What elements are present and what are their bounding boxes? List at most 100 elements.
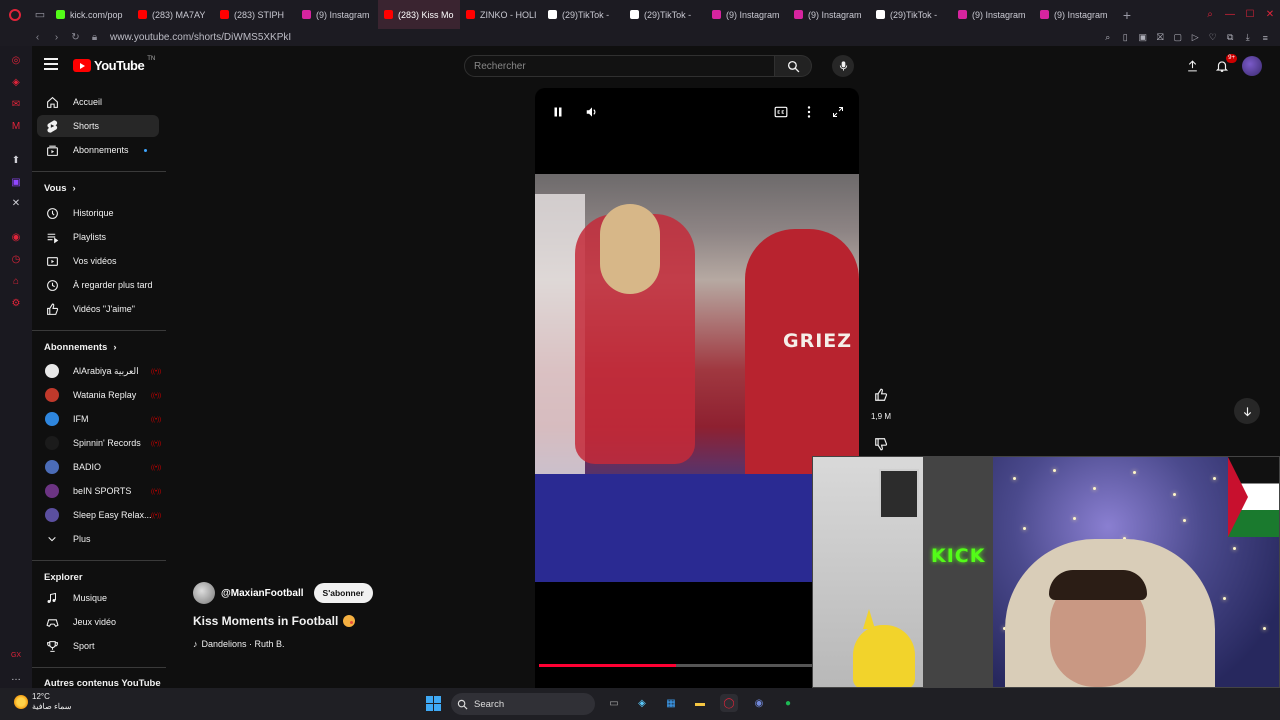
sidebar-item-sport[interactable]: Sport — [37, 635, 159, 657]
pinboard-icon[interactable]: ⌂ — [0, 271, 32, 293]
history-rail-icon[interactable]: ◷ — [0, 249, 32, 271]
subscription-item[interactable]: IFM ((•)) — [37, 408, 161, 430]
discord-icon[interactable]: ◉ — [750, 694, 768, 712]
adblock-icon[interactable]: ⛝ — [1152, 29, 1170, 46]
channel-avatar[interactable] — [193, 582, 215, 604]
player-icon[interactable]: ◉ — [0, 227, 32, 249]
browser-tab[interactable]: (9) Instagram — [296, 0, 378, 29]
send-icon[interactable]: ▷ — [1187, 29, 1205, 46]
upload-button[interactable] — [1182, 55, 1202, 77]
forward-button[interactable]: › — [47, 29, 66, 46]
you-section-heading[interactable]: Vous › — [44, 183, 76, 194]
browser-tab[interactable]: (283) MA7AY — [132, 0, 214, 29]
captions-button[interactable] — [773, 104, 789, 120]
music-row[interactable]: ♪ Dandelions · Ruth B. — [193, 639, 373, 649]
volume-button[interactable] — [584, 104, 600, 120]
search-input[interactable] — [464, 55, 776, 77]
like-button[interactable] — [866, 380, 896, 410]
extensions-icon[interactable]: ⧉ — [1222, 29, 1240, 46]
subscribe-button[interactable]: S'abonner — [313, 583, 373, 603]
sidebar-item-shorts[interactable]: Shorts — [37, 115, 159, 137]
account-button[interactable] — [1242, 55, 1262, 77]
settings-rail-icon[interactable]: ⚙ — [0, 292, 32, 314]
sidebar-item-your-videos[interactable]: Vos vidéos — [37, 250, 159, 272]
reload-button[interactable]: ↻ — [66, 29, 85, 46]
start-button[interactable] — [426, 696, 441, 711]
maximize-button[interactable]: ☐ — [1240, 0, 1260, 29]
subscriptions-section-heading[interactable]: Abonnements › — [44, 342, 117, 353]
twitch-icon[interactable]: ▣ — [0, 171, 32, 193]
short-title[interactable]: Kiss Moments in Football — [193, 614, 338, 628]
voice-search-button[interactable] — [832, 55, 854, 77]
browser-tab[interactable]: (29)TikTok - — [624, 0, 706, 29]
taskbar-search[interactable]: Search — [451, 693, 595, 715]
crypto-wallet-icon[interactable]: ◈ — [0, 72, 32, 94]
more-options-button[interactable] — [801, 104, 817, 120]
kick-rail-icon[interactable]: ⬆ — [0, 149, 32, 171]
sidebar-item-history[interactable]: Historique — [37, 202, 159, 224]
browser-tab[interactable]: (9) Instagram — [952, 0, 1034, 29]
download-icon[interactable]: ⤓ — [1239, 29, 1257, 46]
tab-menu-icon[interactable]: ▭ — [30, 0, 50, 29]
bookmark-icon[interactable]: ▯ — [1117, 29, 1135, 46]
opera-gx-taskbar-icon[interactable]: ◯ — [720, 694, 738, 712]
video-progress-bar[interactable] — [539, 664, 812, 667]
subscription-item[interactable]: Sleep Easy Relax... ((•)) — [37, 504, 161, 526]
scroll-up-icon[interactable]: ⌃ — [167, 86, 174, 89]
search-button[interactable] — [775, 55, 812, 77]
sidebar-item-home[interactable]: Accueil — [37, 91, 159, 113]
subscription-item[interactable]: BADIO ((•)) — [37, 456, 161, 478]
new-tab-button[interactable]: + — [1116, 0, 1138, 29]
aria-icon[interactable]: ◎ — [0, 50, 32, 72]
subscription-item[interactable]: AlArabiya العربية ((•)) — [37, 360, 161, 382]
sidebar-item-gaming[interactable]: Jeux vidéo — [37, 611, 159, 633]
task-view-icon[interactable]: ▭ — [605, 694, 623, 712]
dislike-button[interactable] — [866, 429, 896, 459]
sidebar-item-subscriptions[interactable]: Abonnements — [37, 139, 159, 161]
messenger-icon[interactable]: ✉ — [0, 94, 32, 116]
channel-name[interactable]: @MaxianFootball — [221, 588, 304, 599]
opera-logo-icon[interactable] — [0, 0, 30, 29]
gmail-icon[interactable]: M — [0, 116, 32, 138]
heart-icon[interactable]: ♡ — [1204, 29, 1222, 46]
browser-tab[interactable]: (9) Instagram — [788, 0, 870, 29]
wallet-icon[interactable]: ▢ — [1169, 29, 1187, 46]
file-explorer-icon[interactable]: ▬ — [691, 694, 709, 712]
search-tabs-icon[interactable]: ⌕ — [1200, 0, 1220, 29]
url-field[interactable]: www.youtube.com/shorts/DiWMS5XKPkI — [110, 32, 291, 43]
spotify-icon[interactable]: ● — [779, 694, 797, 712]
browser-tab[interactable]: (29)TikTok - — [870, 0, 952, 29]
guide-menu-icon[interactable] — [44, 58, 58, 70]
browser-tab[interactable]: (9) Instagram — [706, 0, 788, 29]
browser-tab[interactable]: ZINKO - HOLI — [460, 0, 542, 29]
notifications-button[interactable]: 9+ — [1212, 54, 1237, 77]
copilot-icon[interactable]: ◈ — [633, 694, 651, 712]
fullscreen-button[interactable] — [830, 104, 846, 120]
next-short-button[interactable] — [1234, 398, 1260, 424]
pause-button[interactable] — [550, 104, 566, 120]
weather-widget[interactable]: 12°C سماء صافية — [14, 692, 72, 712]
browser-tab[interactable]: (283) STIPH — [214, 0, 296, 29]
sidebar-item-music[interactable]: Musique — [37, 587, 159, 609]
browser-tab[interactable]: (29)TikTok - — [542, 0, 624, 29]
close-window-button[interactable]: ✕ — [1260, 0, 1280, 29]
rail-more-icon[interactable]: … — [0, 666, 32, 688]
youtube-logo[interactable]: YouTube TN — [73, 56, 155, 73]
browser-tab[interactable]: (283) Kiss Moments — [378, 0, 460, 29]
minimize-button[interactable]: — — [1220, 0, 1240, 29]
back-button[interactable]: ‹ — [28, 29, 47, 46]
snapshot-icon[interactable]: ▣ — [1134, 29, 1152, 46]
x-icon[interactable]: ✕ — [0, 193, 32, 215]
shorts-player[interactable]: GRIEZ — [535, 88, 859, 688]
subscription-item[interactable]: Spinnin' Records ((•)) — [37, 432, 161, 454]
subscription-item[interactable]: Watania Replay ((•)) — [37, 384, 161, 406]
menu-icon[interactable]: ≡ — [1257, 29, 1275, 46]
store-icon[interactable]: ▦ — [662, 694, 680, 712]
browser-tab[interactable]: (9) Instagram — [1034, 0, 1116, 29]
sidebar-item-watch-later[interactable]: À regarder plus tard — [37, 274, 159, 296]
sidebar-item-liked-videos[interactable]: Vidéos "J'aime" — [37, 298, 159, 320]
sidebar-item-playlists[interactable]: Playlists — [37, 226, 159, 248]
gx-icon[interactable]: GX — [0, 644, 32, 666]
zoom-icon[interactable]: ⌕ — [1099, 29, 1117, 46]
subscription-item[interactable]: beIN SPORTS ((•)) — [37, 480, 161, 502]
